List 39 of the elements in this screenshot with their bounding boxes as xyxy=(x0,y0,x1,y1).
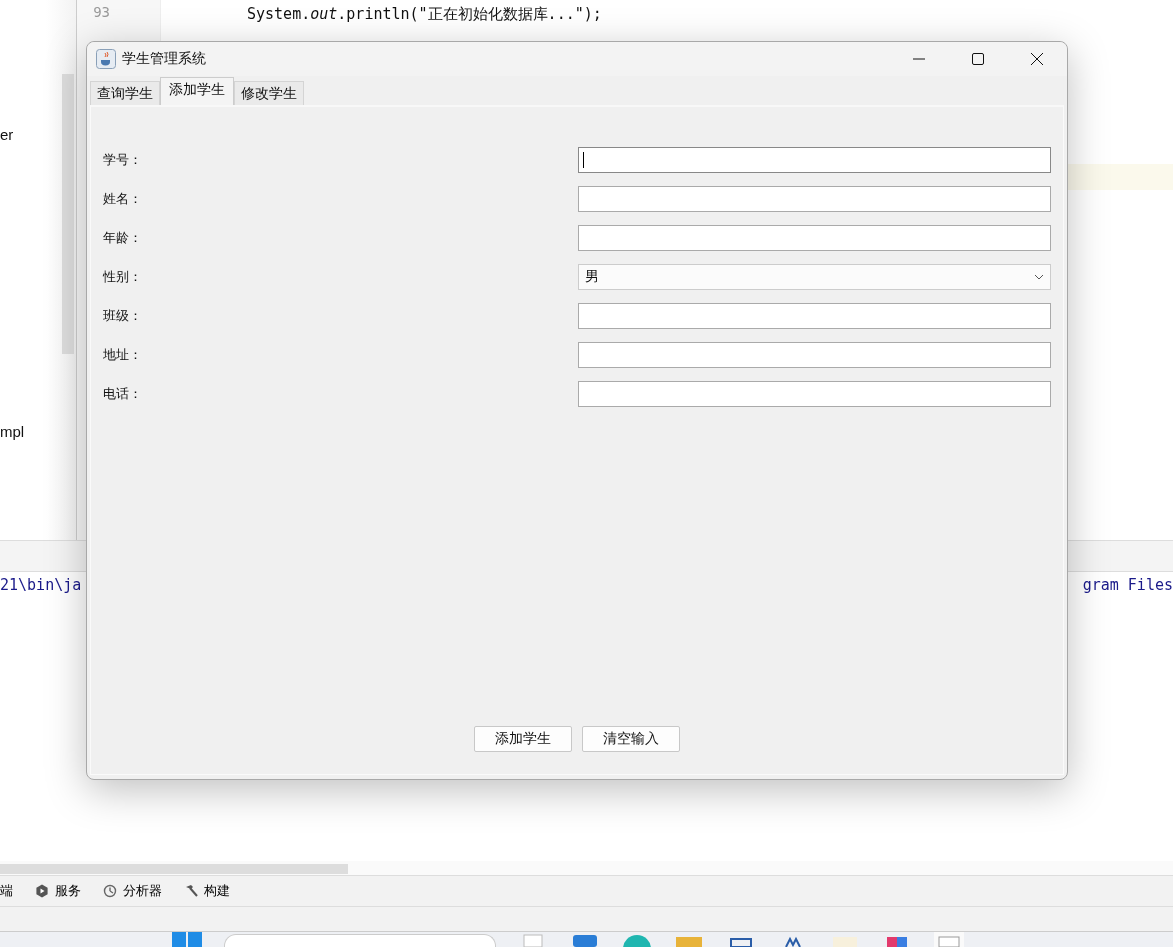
search-field[interactable] xyxy=(224,934,496,947)
window-title: 学生管理系统 xyxy=(122,50,206,68)
field-label: 性别： xyxy=(103,268,142,286)
scrollbar-thumb[interactable] xyxy=(62,74,74,354)
code-line: System.out.println("正在初始化数据库..."); xyxy=(246,4,603,24)
close-icon[interactable] xyxy=(1030,52,1044,66)
hammer-icon xyxy=(184,884,198,898)
button[interactable]: 添加学生 xyxy=(474,726,572,752)
dropdown[interactable]: 男 xyxy=(578,264,1051,290)
field-label: 地址： xyxy=(103,346,142,364)
play-hexagon-icon xyxy=(35,884,49,898)
tool-tab[interactable]: 构建 xyxy=(204,882,230,900)
button[interactable]: 清空输入 xyxy=(582,726,680,752)
line-number: 93 xyxy=(93,4,110,20)
tool-tab[interactable]: 服务 xyxy=(55,882,81,900)
input-field[interactable] xyxy=(578,342,1051,368)
project-item[interactable]: er xyxy=(0,126,14,143)
input-field[interactable] xyxy=(578,186,1051,212)
chevron-down-icon xyxy=(1034,274,1044,280)
coffee-cup-icon xyxy=(96,49,116,69)
scrollbar-thumb[interactable] xyxy=(0,864,348,874)
tool-tab[interactable]: 分析器 xyxy=(123,882,162,900)
maximize-icon[interactable] xyxy=(971,52,985,66)
field-label: 学号： xyxy=(103,151,142,169)
tab[interactable]: 添加学生 xyxy=(160,77,234,105)
field-label: 年龄： xyxy=(103,229,142,247)
tool-tab[interactable]: 端 xyxy=(0,882,13,900)
field-label: 姓名： xyxy=(103,190,142,208)
input-field[interactable] xyxy=(578,225,1051,251)
input-field[interactable] xyxy=(578,147,1051,173)
field-label: 班级： xyxy=(103,307,142,325)
input-field[interactable] xyxy=(578,381,1051,407)
tab[interactable]: 查询学生 xyxy=(90,81,160,105)
project-item[interactable]: mpl xyxy=(0,423,25,440)
field-label: 电话： xyxy=(103,385,142,403)
input-field[interactable] xyxy=(578,303,1051,329)
tab[interactable]: 修改学生 xyxy=(234,81,304,105)
console-text: gram Files xyxy=(1082,576,1173,594)
console-text: 21\bin\ja xyxy=(0,576,82,594)
